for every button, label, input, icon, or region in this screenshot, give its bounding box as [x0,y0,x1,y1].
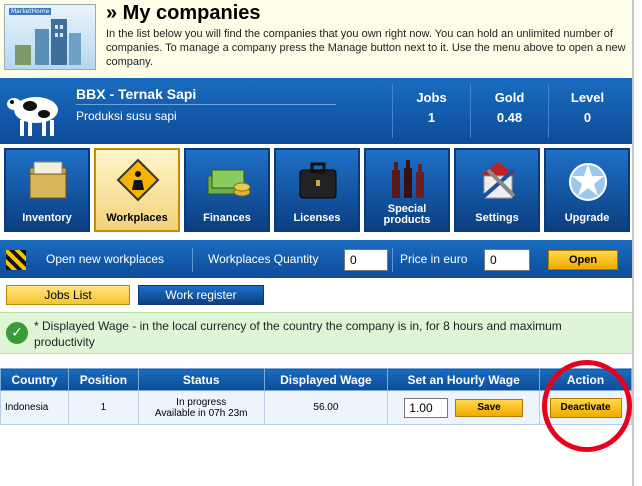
col-hourly-wage: Set an Hourly Wage [387,368,541,391]
nav-special-products[interactable]: Special products [364,148,450,232]
nav-label: Special products [383,203,431,226]
stat-level: Level 0 [548,84,626,138]
nav-label: Inventory [22,212,72,224]
divider [192,248,193,272]
divider [76,104,336,105]
notice-text: * Displayed Wage - in the local currency… [34,319,562,349]
table-row: Indonesia 1 In progress Available in 07h… [0,390,632,425]
logo-text: MarketHome [9,8,52,15]
cell-country: Indonesia [0,390,69,425]
briefcase-icon [299,162,337,199]
page-intro: In the list below you will find the comp… [106,28,626,68]
stat-value: 0 [583,110,592,125]
folder-icon [29,161,67,199]
nav-label: Settings [475,212,519,224]
quantity-label: Workplaces Quantity [208,252,319,266]
col-status: Status [137,368,265,391]
nav-inventory[interactable]: Inventory [4,148,90,232]
status-availability: Available in 07h 23m [154,407,248,419]
open-workplaces-bar: Open new workplaces Workplaces Quantity … [0,240,632,278]
divider [392,248,393,272]
stat-gold: Gold 0.48 [470,84,548,138]
open-button[interactable]: Open [548,250,618,270]
money-icon [207,169,251,197]
annotation-circle [542,360,632,452]
quantity-input[interactable]: 0 [344,249,388,271]
check-icon: ✓ [6,322,28,344]
nav-label: Finances [203,212,251,224]
stat-value: 0.48 [496,110,523,125]
tab-work-register[interactable]: Work register [138,285,264,305]
col-position: Position [67,368,139,391]
nav-upgrade[interactable]: Upgrade [544,148,630,232]
page-header: MarketHome » My companies In the list be… [0,0,642,78]
jobs-table: Country Position Status Displayed Wage S… [0,368,632,425]
stat-jobs: Jobs 1 [392,84,470,138]
tab-jobs-list[interactable]: Jobs List [6,285,130,305]
page-title: » My companies [106,2,261,24]
nav-licenses[interactable]: Licenses [274,148,360,232]
construction-sign-icon [116,158,160,202]
nav-workplaces[interactable]: Workplaces [94,148,180,232]
stat-label: Gold [494,90,525,105]
cell-position: 1 [67,390,139,425]
col-country: Country [0,368,69,391]
company-bar: BBX - Ternak Sapi Produksi susu sapi Job… [0,78,632,144]
tools-icon [480,162,516,200]
nav-settings[interactable]: Settings [454,148,540,232]
nav-finances[interactable]: Finances [184,148,270,232]
cow-icon [7,97,58,136]
stat-label: Jobs [416,90,447,105]
status-text: In progress [176,396,227,408]
hourly-wage-input[interactable]: 1.00 [404,397,449,418]
table-header-row: Country Position Status Displayed Wage S… [0,368,632,391]
company-nav: Inventory Workplaces Finances Licenses S… [0,144,632,234]
company-description: Produksi susu sapi [76,109,177,123]
company-name: BBX - Ternak Sapi [76,86,197,102]
col-displayed-wage: Displayed Wage [263,368,389,391]
hazard-icon [6,250,26,270]
page-right-border [632,0,642,486]
nav-label: Upgrade [564,212,610,224]
stat-label: Level [570,90,605,105]
sub-tabs: Jobs List Work register [0,280,632,310]
cell-hourly-wage: 1.00 Save [387,390,541,425]
bottles-icon [392,160,424,198]
nav-label: Licenses [293,212,341,224]
star-upgrade-icon [569,163,607,201]
save-button[interactable]: Save [455,398,524,417]
open-workplaces-label: Open new workplaces [46,252,165,266]
stat-value: 1 [427,110,436,125]
wage-notice: ✓ * Displayed Wage - in the local curren… [0,312,632,354]
price-input[interactable]: 0 [484,249,530,271]
nav-label: Workplaces [106,212,168,224]
company-logo: MarketHome [4,4,96,70]
cell-wage: 56.00 [263,390,389,425]
cell-status: In progress Available in 07h 23m [137,390,265,425]
price-label: Price in euro [400,252,468,266]
